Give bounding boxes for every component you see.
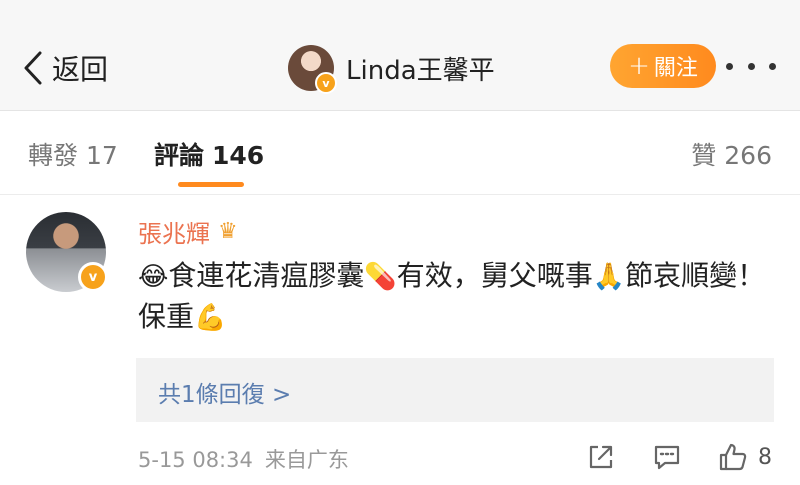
tab-comments[interactable]: 評論 146 bbox=[154, 136, 264, 172]
dot bbox=[769, 62, 776, 70]
tab-label: 贊 bbox=[691, 141, 717, 170]
profile-header[interactable]: v Linda王馨平 bbox=[288, 44, 495, 94]
tab-likes[interactable]: 贊 266 bbox=[691, 136, 772, 172]
pill-emoji-icon: 💊 bbox=[364, 262, 397, 292]
comment-avatar[interactable]: v bbox=[26, 212, 108, 292]
chevron-left-icon bbox=[24, 51, 42, 85]
dot bbox=[747, 62, 755, 70]
verified-badge-icon: v bbox=[315, 72, 337, 94]
laugh-cry-emoji-icon: 😂 bbox=[138, 262, 169, 292]
follow-button[interactable]: + 關注 bbox=[610, 44, 716, 88]
pray-emoji-icon: 🙏 bbox=[592, 262, 626, 292]
plus-icon: + bbox=[628, 51, 650, 81]
like-count: 8 bbox=[758, 444, 772, 470]
comment-text-part: 食連花清瘟膠囊 bbox=[168, 259, 365, 292]
more-options-icon[interactable] bbox=[726, 50, 776, 82]
replies-summary: 共1條回復 > bbox=[158, 382, 292, 408]
verified-badge-icon: v bbox=[78, 262, 108, 292]
thumbs-up-icon bbox=[719, 443, 747, 471]
replies-link[interactable]: 共1條回復 > bbox=[136, 358, 774, 422]
tab-repost[interactable]: 轉發 17 bbox=[28, 136, 118, 172]
tab-count: 266 bbox=[724, 141, 772, 170]
tab-count: 146 bbox=[212, 141, 265, 170]
avatar[interactable]: v bbox=[288, 45, 337, 94]
comment-icon bbox=[654, 445, 680, 470]
comment-text-part: 有效，舅父嘅事 bbox=[396, 259, 593, 292]
profile-name: Linda王馨平 bbox=[346, 55, 495, 86]
muscle-emoji-icon: 💪 bbox=[194, 303, 227, 333]
tab-bar: 轉發 17 評論 146 贊 266 bbox=[0, 110, 800, 195]
tab-label: 轉發 bbox=[28, 141, 79, 170]
top-nav-bar: 返回 v Linda王馨平 + 關注 bbox=[0, 0, 800, 111]
share-button[interactable] bbox=[586, 440, 616, 474]
comment-source: 来自广东 bbox=[264, 448, 349, 472]
back-label: 返回 bbox=[52, 53, 109, 86]
tab-count: 17 bbox=[86, 141, 118, 170]
comment-meta: 5-15 08:34 来自广东 bbox=[138, 444, 349, 474]
comment-timestamp: 5-15 08:34 bbox=[138, 448, 253, 472]
like-button[interactable]: 8 bbox=[718, 440, 772, 474]
back-button[interactable]: 返回 bbox=[22, 46, 108, 90]
author-name: 張兆輝 bbox=[138, 220, 210, 248]
active-tab-indicator bbox=[178, 182, 244, 187]
comment-text: 😂食連花清瘟膠囊💊有效，舅父嘅事🙏節哀順變！保重💪 bbox=[138, 256, 778, 338]
crown-icon: ♛ bbox=[218, 219, 238, 244]
reply-button[interactable] bbox=[652, 440, 682, 474]
share-icon bbox=[589, 445, 613, 469]
comment-author[interactable]: 張兆輝 ♛ bbox=[138, 214, 238, 249]
follow-label: 關注 bbox=[653, 56, 698, 81]
tab-label: 評論 bbox=[154, 141, 205, 170]
dot bbox=[726, 62, 733, 70]
